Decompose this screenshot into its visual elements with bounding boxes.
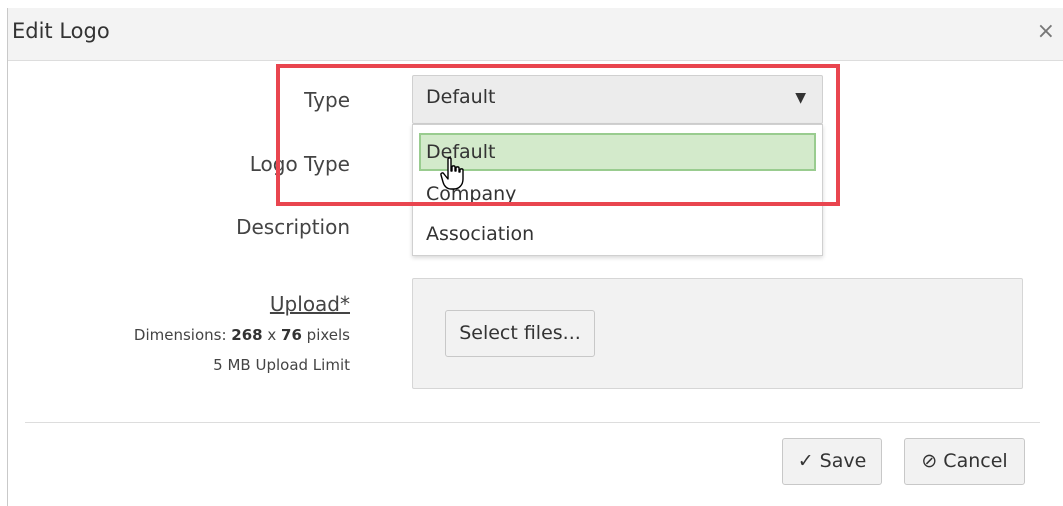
caret-down-icon: ▼ bbox=[795, 90, 806, 106]
ban-icon: ⊘ bbox=[921, 450, 938, 472]
dimensions-height: 76 bbox=[281, 326, 302, 344]
dimensions-separator: x bbox=[262, 326, 282, 344]
hand-pointer-icon bbox=[440, 157, 464, 190]
cancel-button[interactable]: ⊘ Cancel bbox=[904, 438, 1025, 485]
save-button-label: Save bbox=[819, 450, 867, 472]
upload-label: Upload* bbox=[269, 292, 350, 316]
top-strip bbox=[0, 0, 1063, 7]
dialog-title: Edit Logo bbox=[12, 19, 110, 43]
type-select[interactable]: Default ▼ bbox=[412, 75, 823, 124]
dimensions-text: Dimensions: 268 x 76 pixels bbox=[60, 326, 350, 344]
description-label: Description bbox=[236, 215, 350, 239]
cancel-button-label: Cancel bbox=[943, 450, 1008, 472]
type-label: Type bbox=[304, 88, 350, 112]
dialog-titlebar: Edit Logo × bbox=[8, 8, 1063, 61]
dimensions-width: 268 bbox=[231, 326, 263, 344]
upload-limit-text: 5 MB Upload Limit bbox=[213, 356, 350, 374]
type-dropdown-list: Default Company Association bbox=[412, 124, 823, 256]
footer-divider bbox=[25, 422, 1040, 423]
dropdown-option-default[interactable]: Default bbox=[419, 133, 816, 171]
dropdown-option-company[interactable]: Company bbox=[419, 175, 816, 213]
type-select-value: Default bbox=[426, 86, 496, 108]
dimensions-prefix: Dimensions: bbox=[133, 326, 232, 344]
select-files-button[interactable]: Select files... bbox=[445, 310, 595, 357]
dimensions-suffix: pixels bbox=[301, 326, 350, 344]
logo-type-label: Logo Type bbox=[249, 152, 350, 176]
dropdown-option-association[interactable]: Association bbox=[419, 215, 816, 253]
close-icon[interactable]: × bbox=[1037, 19, 1055, 44]
check-icon: ✓ bbox=[797, 450, 814, 472]
save-button[interactable]: ✓ Save bbox=[782, 438, 882, 485]
